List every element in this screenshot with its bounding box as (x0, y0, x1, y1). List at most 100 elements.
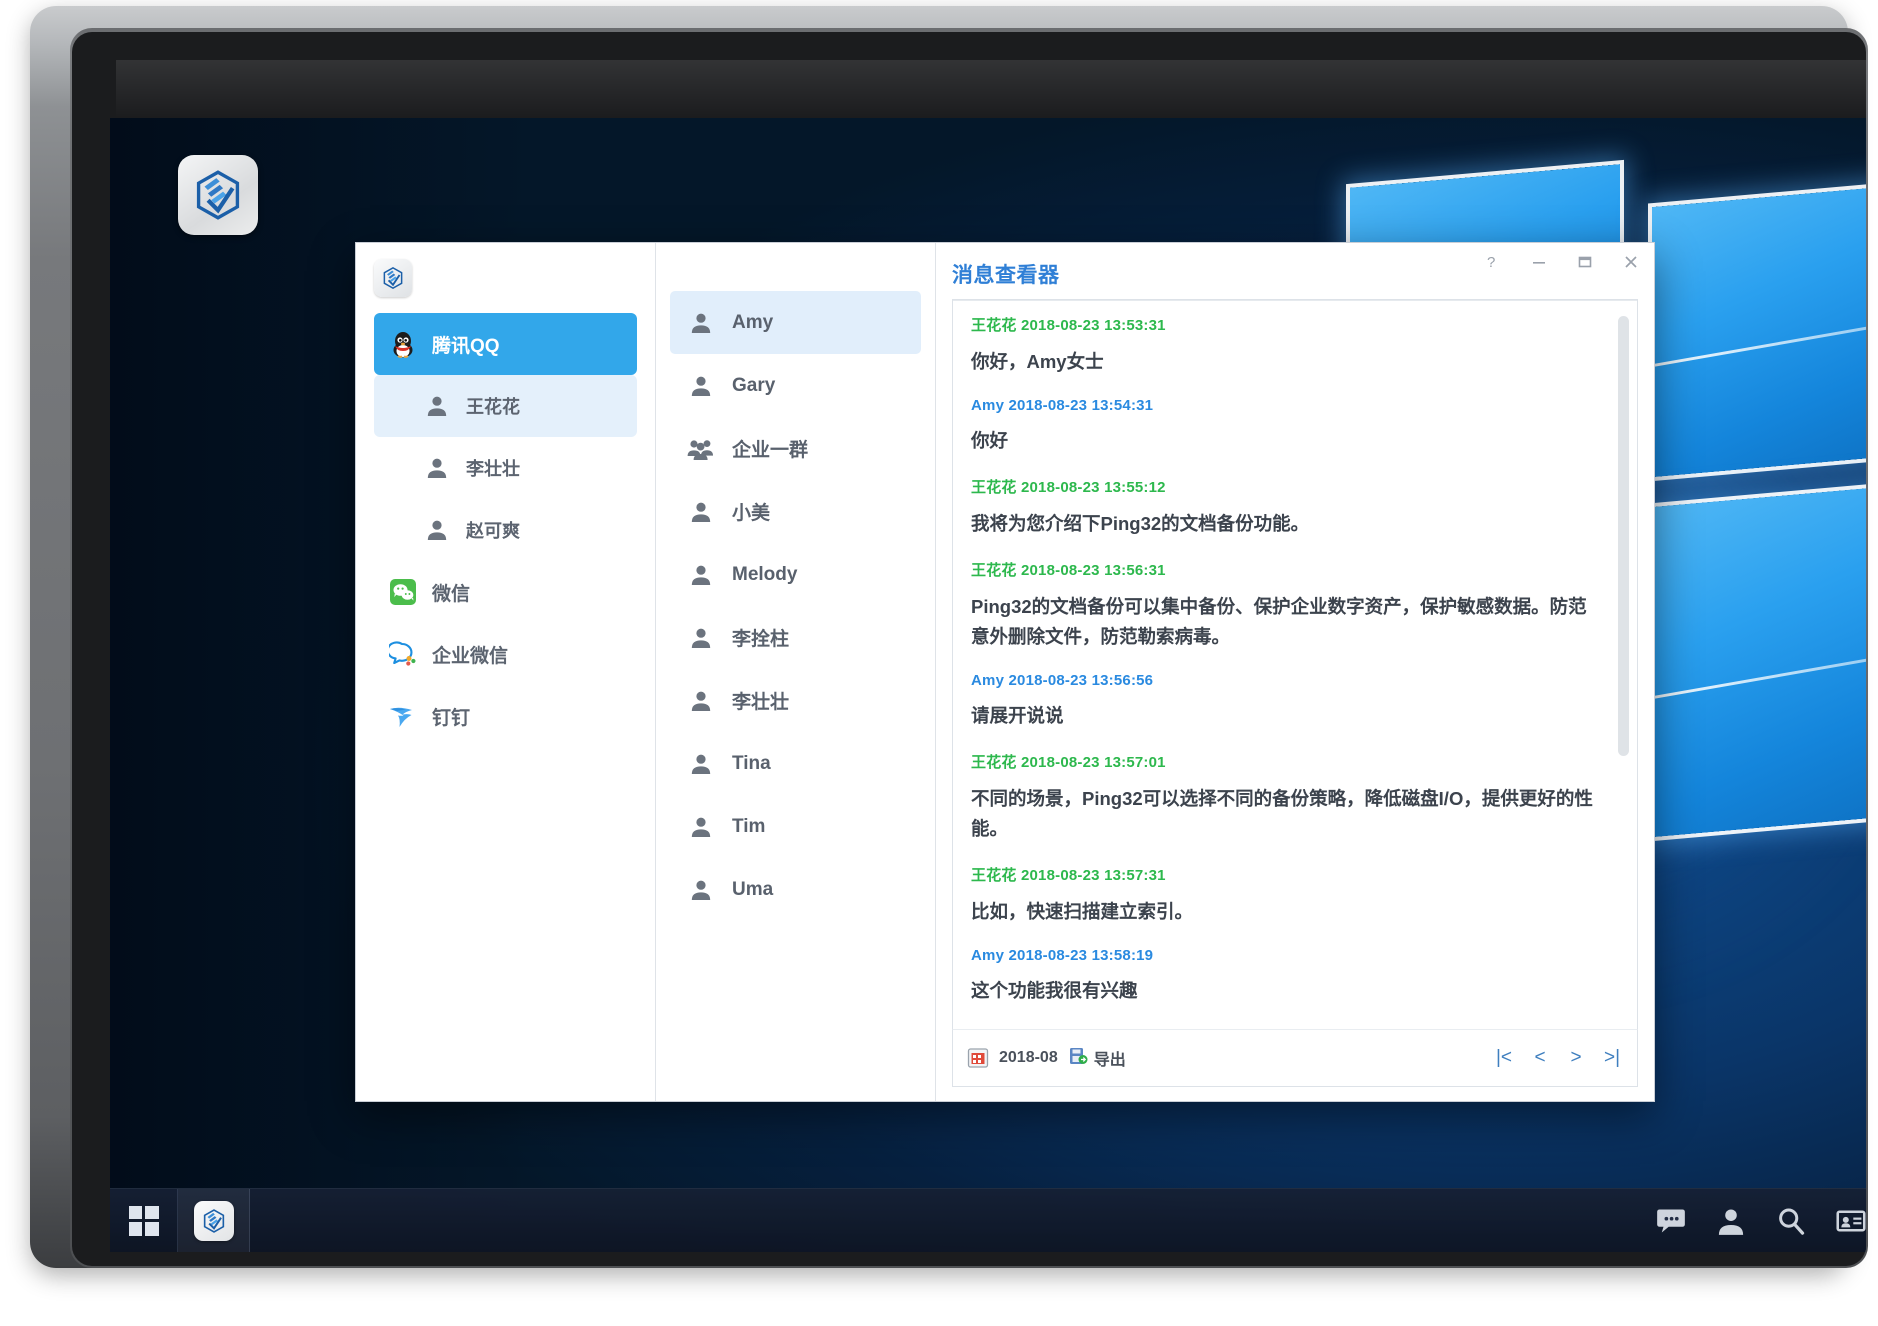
message-item: Amy 2018-08-23 13:54:31 你好 (971, 397, 1603, 456)
maximize-button[interactable] (1572, 249, 1598, 275)
group-icon (686, 434, 716, 464)
search-icon[interactable] (1776, 1206, 1806, 1236)
message-body: 这个功能我很有兴趣 (971, 979, 1138, 1001)
app-logo (374, 259, 412, 297)
windows-logo-icon (128, 1205, 159, 1236)
screen-bezel: ? 腾讯QQ 王花花 李壮壮 赵可爽 微信 企业微信 钉钉 Amy Gary 企… (72, 32, 1866, 1266)
wecom-icon (388, 639, 418, 669)
contact-item-group[interactable]: 企业一群 (670, 417, 921, 480)
chat-icon[interactable] (1656, 1206, 1686, 1236)
sidebar-item-wecom[interactable]: 企业微信 (374, 623, 637, 685)
pagination-controls: |< < > >| (1493, 1045, 1623, 1071)
message-item: 王花花 2018-08-23 13:57:31 比如，快速扫描建立索引。 (971, 864, 1603, 927)
message-viewer-window: ? 腾讯QQ 王花花 李壮壮 赵可爽 微信 企业微信 钉钉 Amy Gary 企… (355, 242, 1655, 1102)
ping32-desktop-icon[interactable] (178, 155, 258, 235)
person-icon (422, 515, 452, 545)
ping32-logo-icon (383, 267, 403, 289)
first-page-button[interactable]: |< (1493, 1045, 1515, 1071)
sidebar-item-wanghuahua[interactable]: 王花花 (374, 375, 637, 437)
sidebar-item-qq[interactable]: 腾讯QQ (374, 313, 637, 375)
message-meta: Amy 2018-08-23 13:54:31 (971, 396, 1154, 414)
user-icon[interactable] (1716, 1206, 1746, 1236)
question-mark-icon: ? (1487, 254, 1495, 270)
sidebar-item-dingtalk[interactable]: 钉钉 (374, 685, 637, 747)
sidebar-item-wechat[interactable]: 微信 (374, 561, 637, 623)
sidebar-item-label: 李壮壮 (466, 459, 520, 479)
desktop: ? 腾讯QQ 王花花 李壮壮 赵可爽 微信 企业微信 钉钉 Amy Gary 企… (110, 118, 1866, 1252)
message-item: 王花花 2018-08-23 13:56:31 Ping32的文档备份可以集中备… (971, 559, 1603, 652)
contact-card-icon[interactable] (1836, 1206, 1866, 1236)
contact-panel: Amy Gary 企业一群 小美 Melody 李拴柱 李壮壮 Tina Tim… (656, 243, 936, 1101)
contact-item-label: Tim (732, 815, 766, 837)
message-scroll-content: 王花花 2018-08-23 13:53:31 你好，Amy女士 Amy 201… (953, 300, 1637, 1029)
message-body: 请展开说说 (971, 704, 1064, 726)
taskbar-app-ping32[interactable] (178, 1188, 250, 1252)
contact-item-lishuanzhu[interactable]: 李拴柱 (670, 606, 921, 669)
person-icon (686, 308, 716, 338)
message-scrollbar[interactable] (1618, 316, 1629, 756)
screenshot-root: ? 腾讯QQ 王花花 李壮壮 赵可爽 微信 企业微信 钉钉 Amy Gary 企… (0, 0, 1878, 1326)
contact-item-tina[interactable]: Tina (670, 732, 921, 795)
date-filter-value[interactable]: 2018-08 (999, 1049, 1058, 1067)
calendar-icon[interactable] (967, 1047, 989, 1069)
contact-item-melody[interactable]: Melody (670, 543, 921, 606)
ping32-taskbar-icon (193, 1200, 234, 1241)
prev-page-button[interactable]: < (1529, 1045, 1551, 1071)
contact-item-gary[interactable]: Gary (670, 354, 921, 417)
footer-left-group: 2018-08 导出 (967, 1046, 1126, 1071)
system-tray (1656, 1206, 1866, 1236)
person-icon (686, 623, 716, 653)
message-body: 不同的场景，Ping32可以选择不同的备份策略，降低磁盘I/O，提供更好的性能。 (971, 787, 1593, 839)
message-meta: 王花花 2018-08-23 13:57:31 (971, 866, 1166, 884)
contact-item-tim[interactable]: Tim (670, 795, 921, 858)
sidebar-item-label: 赵可爽 (466, 521, 520, 541)
contact-item-label: 李壮壮 (732, 692, 790, 713)
person-icon (686, 560, 716, 590)
person-icon (686, 371, 716, 401)
message-item: Amy 2018-08-23 13:58:19 这个功能我很有兴趣 (971, 947, 1603, 1006)
sidebar-item-label: 企业微信 (432, 645, 509, 667)
person-icon (686, 749, 716, 779)
taskbar (110, 1188, 1866, 1252)
export-label: 导出 (1093, 1052, 1126, 1069)
viewer-footer-toolbar: 2018-08 导出 |< < > >| (952, 1029, 1638, 1087)
message-body: 你好 (971, 429, 1009, 451)
start-button[interactable] (110, 1188, 178, 1252)
contact-item-label: Tina (732, 752, 771, 774)
minimize-icon (1533, 262, 1545, 264)
person-icon (686, 812, 716, 842)
message-meta: 王花花 2018-08-23 13:56:31 (971, 561, 1166, 579)
message-body: Ping32的文档备份可以集中备份、保护企业数字资产，保护敏感数据。防范意外删除… (971, 595, 1587, 647)
sidebar-item-zhaokeshuang[interactable]: 赵可爽 (374, 499, 637, 561)
contact-item-lizhuangzhuang[interactable]: 李壮壮 (670, 669, 921, 732)
message-body: 我将为您介绍下Ping32的文档备份功能。 (971, 512, 1310, 534)
close-button[interactable] (1618, 249, 1644, 275)
contact-item-label: 企业一群 (732, 440, 809, 461)
dingtalk-icon (388, 701, 418, 731)
window-controls: ? (1480, 249, 1644, 275)
sidebar-item-label: 腾讯QQ (432, 335, 500, 357)
message-body: 你好，Amy女士 (971, 351, 1104, 372)
contact-item-label: Melody (732, 563, 798, 585)
export-icon (1068, 1046, 1088, 1071)
help-button[interactable]: ? (1480, 249, 1506, 275)
sidebar-item-label: 微信 (432, 583, 471, 605)
message-item: 王花花 2018-08-23 13:55:12 我将为您介绍下Ping32的文档… (971, 476, 1603, 539)
person-icon (422, 391, 452, 421)
message-item: 王花花 2018-08-23 13:53:31 你好，Amy女士 (971, 314, 1603, 377)
next-page-button[interactable]: > (1565, 1045, 1587, 1071)
contact-item-uma[interactable]: Uma (670, 858, 921, 921)
last-page-button[interactable]: >| (1601, 1045, 1623, 1071)
message-viewer: 消息查看器 王花花 2018-08-23 13:53:31 你好，Amy女士 A… (936, 243, 1654, 1101)
person-icon (422, 453, 452, 483)
ping32-logo-icon (203, 1208, 224, 1233)
message-item: 王花花 2018-08-23 13:57:01 不同的场景，Ping32可以选择… (971, 751, 1603, 844)
sidebar-item-lizhuangzhuang[interactable]: 李壮壮 (374, 437, 637, 499)
contact-item-label: Gary (732, 374, 776, 396)
message-body: 比如，快速扫描建立索引。 (971, 900, 1194, 922)
contact-item-amy[interactable]: Amy (670, 291, 921, 354)
contact-item-xiaomei[interactable]: 小美 (670, 480, 921, 543)
wallpaper-pane (1652, 180, 1866, 478)
minimize-button[interactable] (1526, 249, 1552, 275)
export-button[interactable]: 导出 (1068, 1046, 1126, 1071)
